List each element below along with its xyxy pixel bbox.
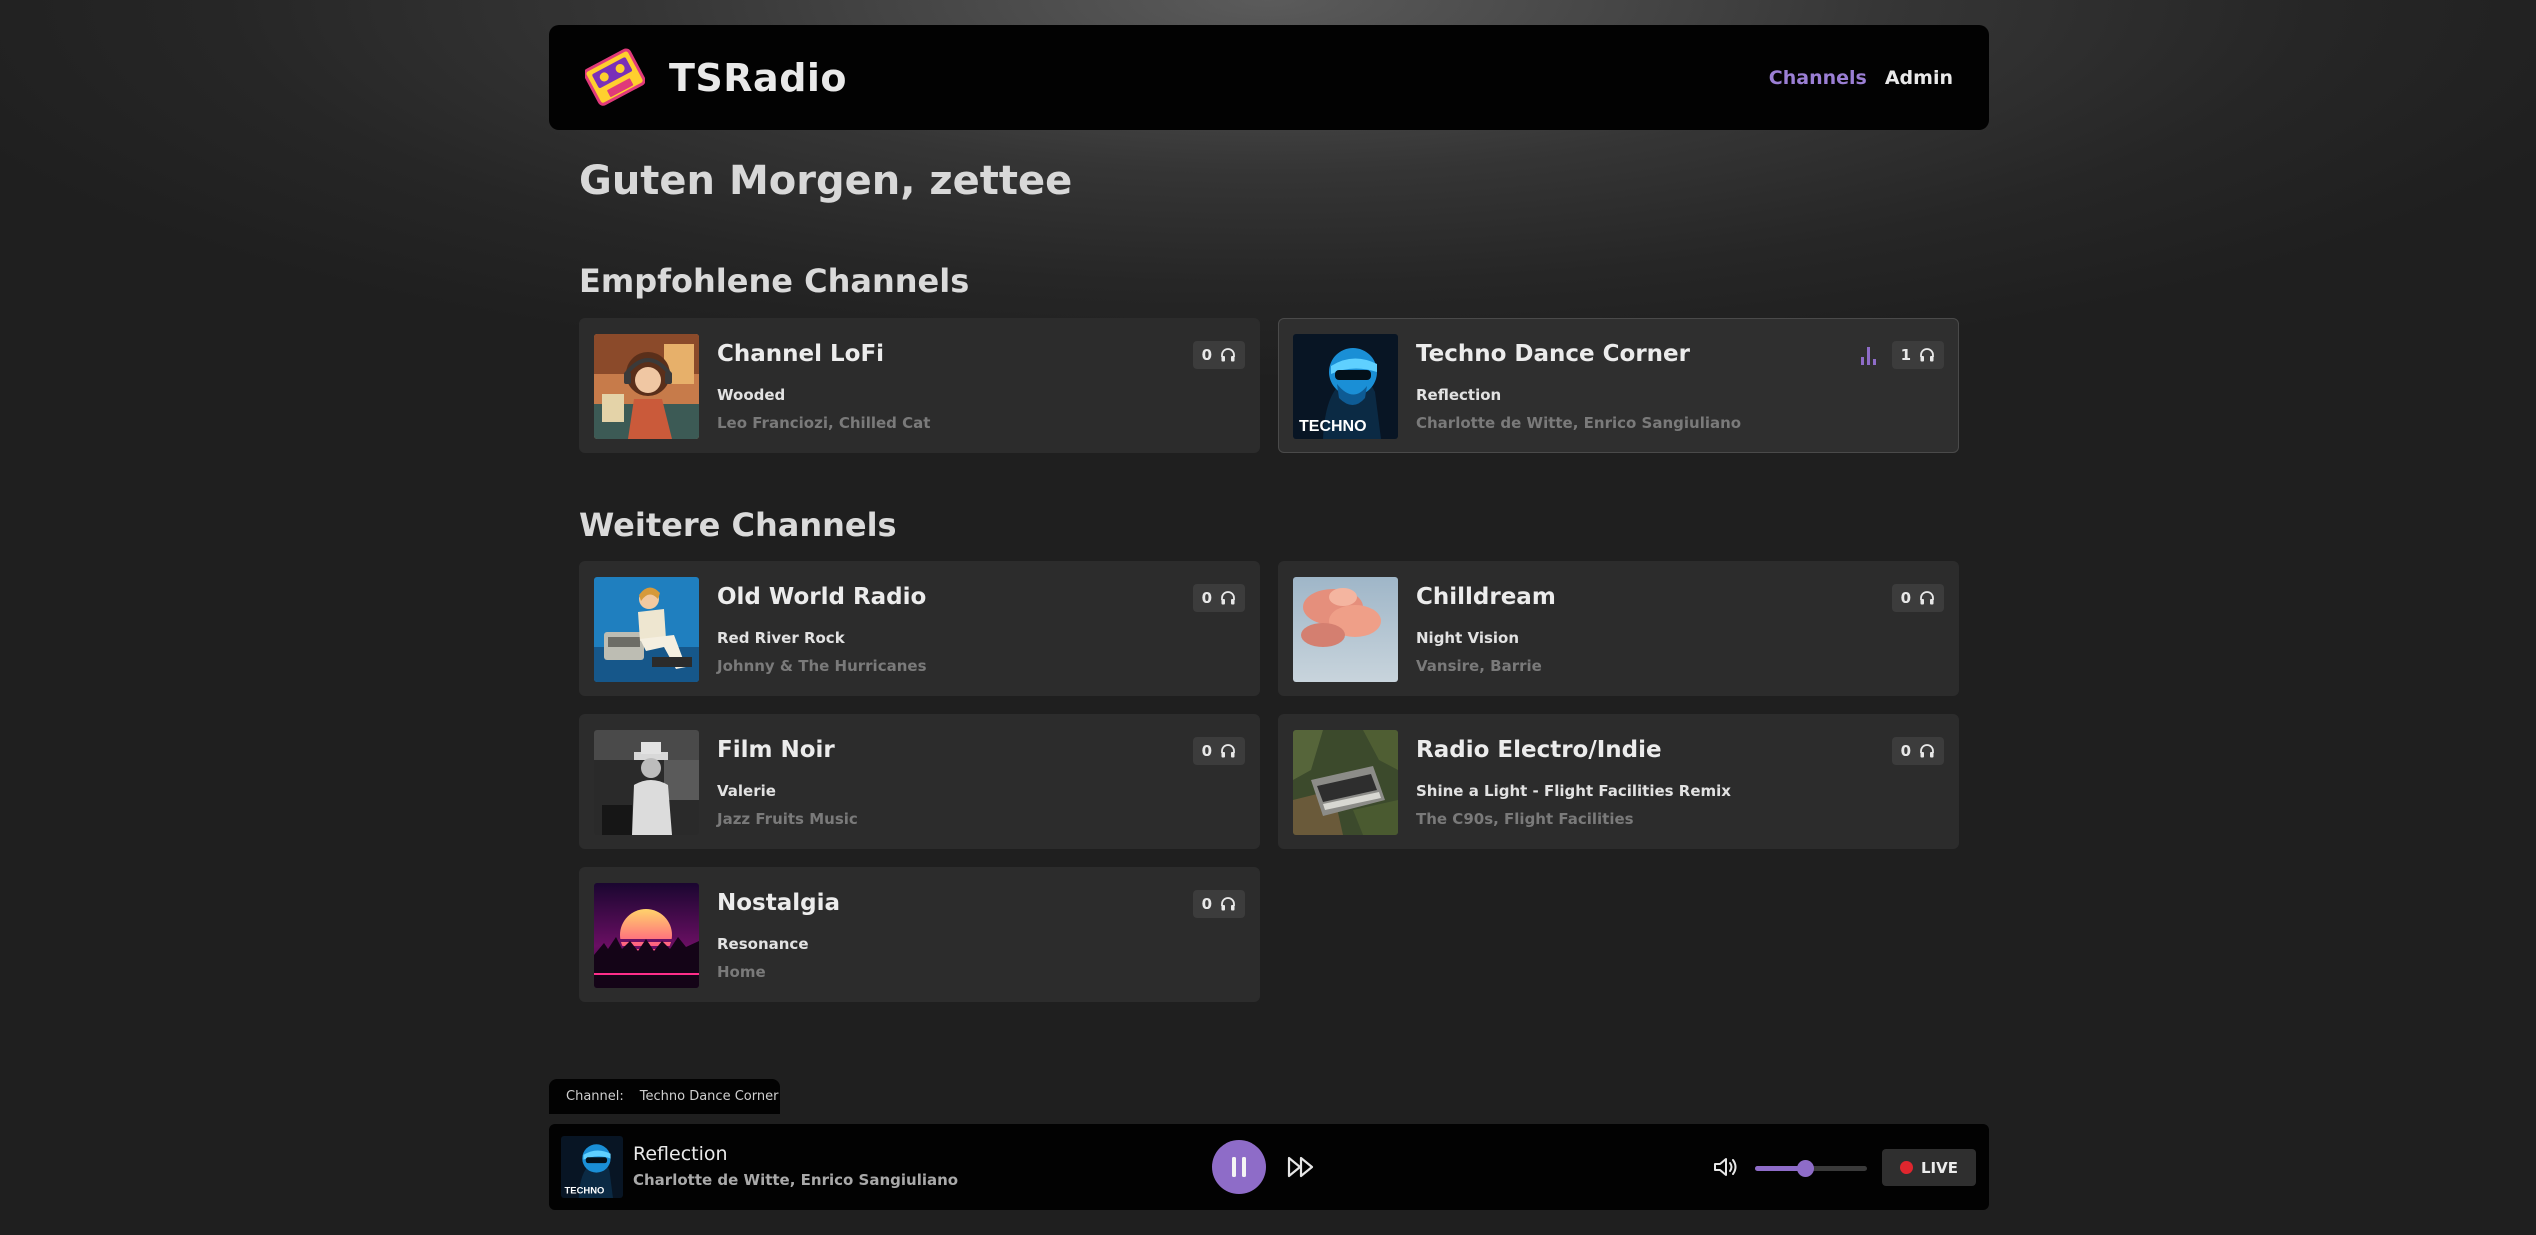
channel-name: Old World Radio [717,584,927,610]
listener-count: 0 [1201,589,1212,607]
live-button[interactable]: LIVE [1882,1149,1976,1186]
channel-name: Techno Dance Corner [1416,341,1690,367]
current-channel-name[interactable]: Techno Dance Corner [640,1089,779,1104]
channel-artist: Leo Franciozi, Chilled Cat [717,414,931,432]
headphones-icon [1221,348,1235,362]
channel-track: Reflection [1416,386,1502,404]
listener-count-badge: 1 [1891,341,1944,369]
channel-cover-nostalgia [594,883,699,988]
channel-track: Resonance [717,935,809,953]
pause-icon [1232,1157,1246,1177]
channel-track: Shine a Light - Flight Facilities Remix [1416,782,1731,800]
headphones-icon [1920,591,1934,605]
channel-card-film-noir[interactable]: Film Noir Valerie Jazz Fruits Music 0 [579,714,1260,849]
headphones-icon [1221,744,1235,758]
equalizer-icon [1861,347,1876,365]
channel-cover-techno: TECHNO [1293,334,1398,439]
fast-forward-icon[interactable] [1286,1154,1316,1180]
listener-count: 0 [1201,742,1212,760]
channel-track: Valerie [717,782,776,800]
current-channel-label: Channel: [566,1089,624,1104]
channel-artist: The C90s, Flight Facilities [1416,810,1634,828]
channel-cover-radio-electro-indie [1293,730,1398,835]
channel-card-lofi[interactable]: Channel LoFi Wooded Leo Franciozi, Chill… [579,318,1260,453]
channel-card-techno[interactable]: TECHNO Techno Dance Corner Reflection Ch… [1278,318,1959,453]
listener-count-badge: 0 [1192,341,1245,369]
brand-name[interactable]: TSRadio [669,56,847,100]
channel-cover-old-world-radio [594,577,699,682]
pause-button[interactable] [1212,1140,1266,1194]
nav-channels[interactable]: Channels [1769,67,1867,89]
channel-name: Nostalgia [717,890,841,916]
cassette-logo-icon[interactable] [585,44,645,112]
listener-count-badge: 0 [1192,890,1245,918]
volume-icon[interactable] [1712,1154,1738,1180]
channel-cover-film-noir [594,730,699,835]
live-label: LIVE [1921,1158,1958,1177]
channel-artist: Home [717,963,766,981]
volume-slider[interactable] [1755,1160,1867,1177]
channel-name: Radio Electro/Indie [1416,737,1662,763]
channel-artist: Charlotte de Witte, Enrico Sangiuliano [1416,414,1742,432]
headphones-icon [1920,348,1934,362]
player-bar: TECHNO Reflection Charlotte de Witte, En… [549,1124,1989,1210]
nav-admin[interactable]: Admin [1885,67,1953,89]
listener-count: 1 [1900,346,1911,364]
headphones-icon [1221,897,1235,911]
channel-artist: Johnny & The Hurricanes [717,657,927,675]
channel-cover-chilldream [1293,577,1398,682]
channel-track: Wooded [717,386,786,404]
channel-card-chilldream[interactable]: Chilldream Night Vision Vansire, Barrie … [1278,561,1959,696]
volume-slider-knob[interactable] [1797,1160,1815,1177]
channel-name: Chilldream [1416,584,1556,610]
headphones-icon [1221,591,1235,605]
greeting-heading: Guten Morgen, zettee [579,158,1073,204]
techno-cover-text: TECHNO [1299,418,1367,435]
listener-count-badge: 0 [1192,737,1245,765]
player-track-artist: Charlotte de Witte, Enrico Sangiuliano [633,1171,959,1189]
channel-card-old-world-radio[interactable]: Old World Radio Red River Rock Johnny & … [579,561,1260,696]
channel-artist: Vansire, Barrie [1416,657,1542,675]
player-cover-text: TECHNO [565,1185,605,1196]
channel-track: Night Vision [1416,629,1520,647]
live-dot-icon [1900,1161,1913,1174]
listener-count: 0 [1900,589,1911,607]
listener-count: 0 [1201,895,1212,913]
main-nav: Channels Admin [1769,67,1953,89]
more-section-title: Weitere Channels [579,506,897,544]
player-track-title: Reflection [633,1143,728,1165]
channel-artist: Jazz Fruits Music [717,810,858,828]
channel-name: Channel LoFi [717,341,885,367]
headphones-icon [1920,744,1934,758]
channel-card-nostalgia[interactable]: Nostalgia Resonance Home 0 [579,867,1260,1002]
channel-name: Film Noir [717,737,835,763]
featured-section-title: Empfohlene Channels [579,262,970,300]
listener-count-badge: 0 [1891,737,1944,765]
listener-count: 0 [1900,742,1911,760]
listener-count: 0 [1201,346,1212,364]
channel-cover-lofi [594,334,699,439]
channel-track: Red River Rock [717,629,845,647]
current-channel-tag: Channel: Techno Dance Corner [549,1079,780,1114]
listener-count-badge: 0 [1192,584,1245,612]
top-header: TSRadio Channels Admin [549,25,1989,130]
listener-count-badge: 0 [1891,584,1944,612]
player-cover: TECHNO [561,1136,623,1198]
channel-card-radio-electro-indie[interactable]: Radio Electro/Indie Shine a Light - Flig… [1278,714,1959,849]
